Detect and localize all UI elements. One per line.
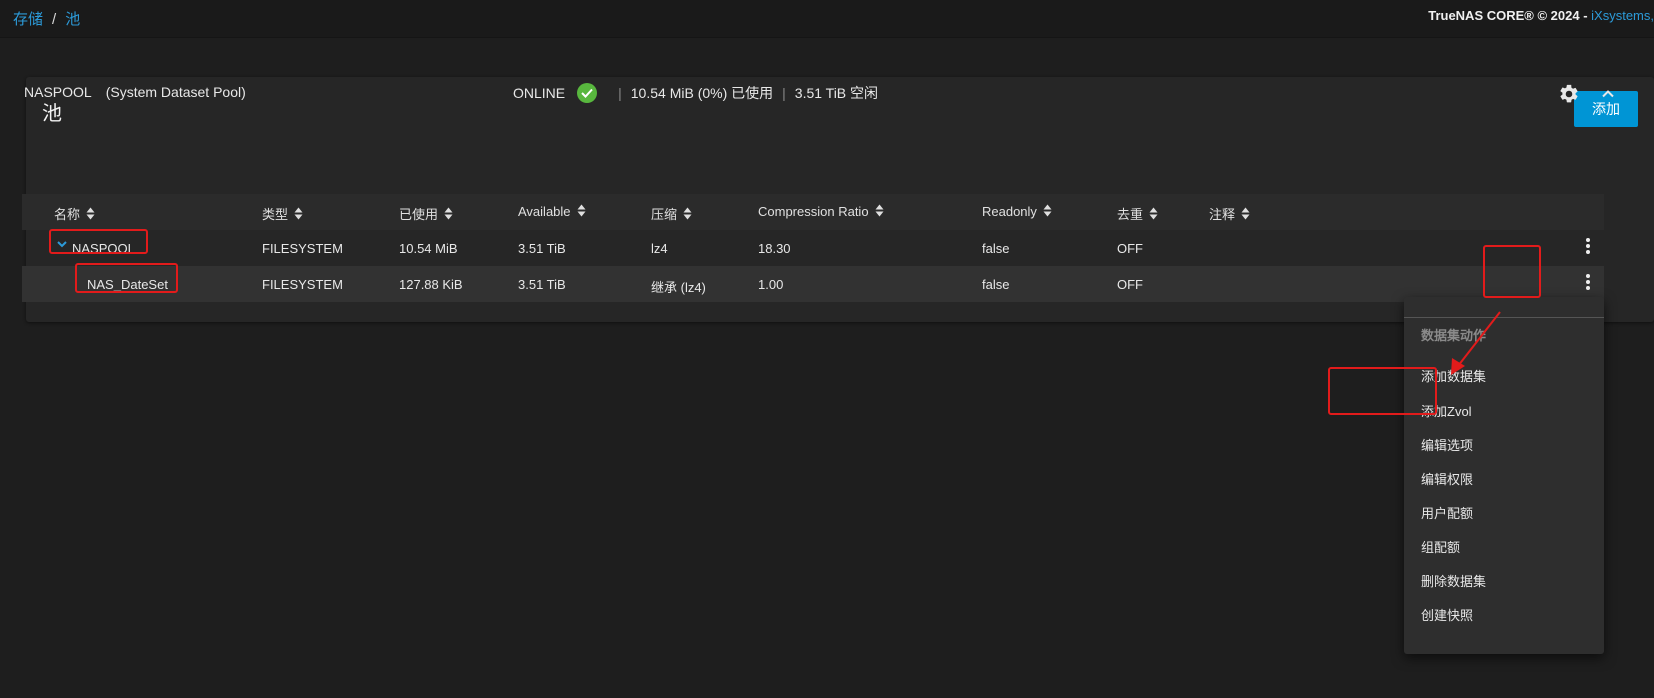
dataset-readonly: false bbox=[982, 241, 1010, 256]
table-header: 名称 类型 已使用 Available 压缩 Compression Ratio… bbox=[22, 194, 1604, 230]
more-vert-icon[interactable] bbox=[1583, 272, 1593, 294]
sort-icon bbox=[1241, 207, 1250, 223]
status-separator: | bbox=[618, 85, 622, 101]
page-title: 池 bbox=[42, 103, 62, 125]
check-circle-icon bbox=[577, 83, 598, 103]
breadcrumb-storage[interactable]: 存储 bbox=[13, 11, 43, 28]
column-header-readonly[interactable]: Readonly bbox=[982, 204, 1052, 220]
menu-item-edit-permissions[interactable]: 编辑权限 bbox=[1421, 469, 1473, 488]
dataset-table: 名称 类型 已使用 Available 压缩 Compression Ratio… bbox=[22, 194, 1604, 302]
pool-name-label: NASPOOL bbox=[24, 84, 92, 100]
breadcrumb-pools[interactable]: 池 bbox=[65, 11, 80, 28]
breadcrumb: 存储 / 池 bbox=[13, 8, 80, 29]
dataset-type: FILESYSTEM bbox=[262, 277, 343, 292]
dataset-available: 3.51 TiB bbox=[518, 277, 566, 292]
column-header-type[interactable]: 类型 bbox=[262, 204, 303, 223]
dataset-name: NASPOOL bbox=[72, 241, 135, 256]
pool-subtitle: (System Dataset Pool) bbox=[105, 84, 246, 100]
menu-item-group-quotas[interactable]: 组配额 bbox=[1421, 537, 1460, 556]
menu-item-delete-dataset[interactable]: 删除数据集 bbox=[1421, 571, 1486, 590]
table-row[interactable]: NASPOOL FILESYSTEM 10.54 MiB 3.51 TiB lz… bbox=[22, 230, 1604, 266]
top-bar: 存储 / 池 TrueNAS CORE® © 2024 - iXsystems, bbox=[0, 0, 1654, 38]
table-row[interactable]: NAS_DateSet FILESYSTEM 127.88 KiB 3.51 T… bbox=[22, 266, 1604, 302]
column-header-comments[interactable]: 注释 bbox=[1209, 204, 1250, 223]
dataset-dedup: OFF bbox=[1117, 241, 1143, 256]
sort-icon bbox=[86, 207, 95, 223]
dataset-readonly: false bbox=[982, 277, 1010, 292]
dataset-used: 10.54 MiB bbox=[399, 241, 458, 256]
gear-icon[interactable] bbox=[1558, 83, 1580, 105]
pool-status: ONLINE | 10.54 MiB (0%) 已使用 | 3.51 TiB 空… bbox=[513, 83, 878, 103]
sort-icon bbox=[875, 204, 884, 220]
menu-item-user-quotas[interactable]: 用户配额 bbox=[1421, 503, 1473, 522]
menu-divider bbox=[1404, 317, 1604, 318]
more-vert-icon[interactable] bbox=[1583, 236, 1593, 258]
column-header-compression[interactable]: 压缩 bbox=[651, 204, 692, 223]
menu-item-add-dataset[interactable]: 添加数据集 bbox=[1421, 366, 1486, 385]
menu-title: 数据集动作 bbox=[1421, 328, 1487, 343]
copyright: TrueNAS CORE® © 2024 - iXsystems, bbox=[1428, 8, 1654, 23]
dataset-used: 127.88 KiB bbox=[399, 277, 463, 292]
dataset-actions-menu: 数据集动作 添加数据集 添加Zvol 编辑选项 编辑权限 用户配额 组配额 删除… bbox=[1404, 297, 1604, 654]
pool-status-label: ONLINE bbox=[513, 85, 566, 101]
dataset-compression-ratio: 18.30 bbox=[758, 241, 791, 256]
column-header-used[interactable]: 已使用 bbox=[399, 204, 453, 223]
pool-free: 3.51 TiB 空闲 bbox=[794, 85, 879, 101]
copyright-text: TrueNAS CORE® © 2024 - bbox=[1428, 8, 1592, 23]
column-header-compression-ratio[interactable]: Compression Ratio bbox=[758, 204, 884, 220]
dataset-dedup: OFF bbox=[1117, 277, 1143, 292]
breadcrumb-separator: / bbox=[52, 11, 57, 28]
dataset-type: FILESYSTEM bbox=[262, 241, 343, 256]
ixsystems-link[interactable]: iXsystems, bbox=[1591, 8, 1654, 23]
dataset-compression-ratio: 1.00 bbox=[758, 277, 784, 292]
sort-icon bbox=[683, 207, 692, 223]
sort-icon bbox=[1149, 207, 1158, 223]
column-header-dedup[interactable]: 去重 bbox=[1117, 204, 1158, 223]
status-separator: | bbox=[782, 85, 786, 101]
sort-icon bbox=[294, 207, 303, 223]
dataset-compression: lz4 bbox=[651, 241, 668, 256]
column-header-name[interactable]: 名称 bbox=[54, 204, 95, 223]
menu-item-create-snapshot[interactable]: 创建快照 bbox=[1421, 605, 1473, 624]
pool-used: 10.54 MiB (0%) 已使用 bbox=[630, 85, 774, 101]
chevron-down-icon[interactable] bbox=[56, 238, 68, 253]
sort-icon bbox=[1043, 204, 1052, 220]
dataset-available: 3.51 TiB bbox=[518, 241, 566, 256]
dataset-compression: 继承 (lz4) bbox=[651, 280, 706, 295]
chevron-up-icon[interactable] bbox=[1599, 85, 1617, 103]
column-header-available[interactable]: Available bbox=[518, 204, 586, 220]
menu-item-edit-options[interactable]: 编辑选项 bbox=[1421, 435, 1473, 454]
sort-icon bbox=[577, 204, 586, 220]
sort-icon bbox=[444, 207, 453, 223]
menu-item-add-zvol[interactable]: 添加Zvol bbox=[1421, 401, 1472, 420]
dataset-name: NAS_DateSet bbox=[87, 277, 168, 292]
pool-name: NASPOOL (System Dataset Pool) bbox=[24, 84, 246, 100]
